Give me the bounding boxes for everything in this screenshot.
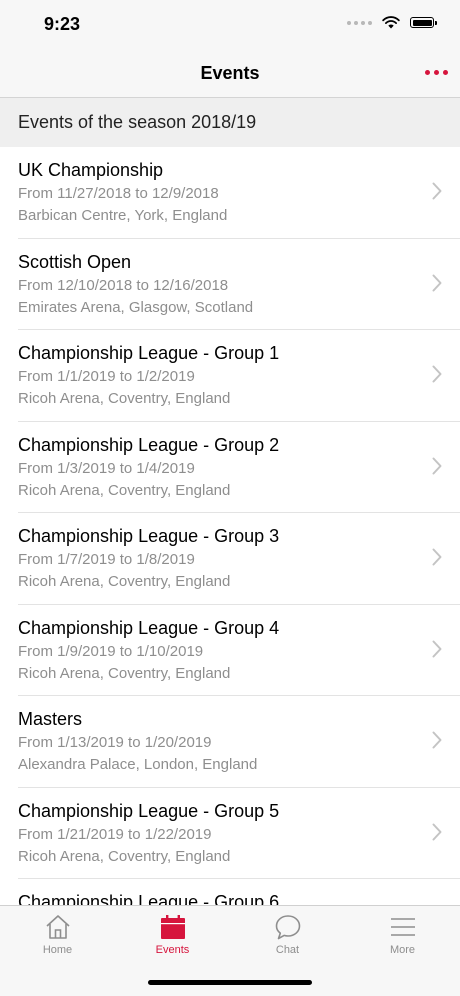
event-venue: Ricoh Arena, Coventry, England xyxy=(18,573,231,590)
status-time: 9:23 xyxy=(44,14,81,34)
event-venue: Barbican Centre, York, England xyxy=(18,207,228,224)
event-venue: Emirates Arena, Glasgow, Scotland xyxy=(18,298,254,316)
tab-label: More xyxy=(389,944,416,956)
event-dates: From 11/27/2018 to 12/9/2018 xyxy=(18,185,219,202)
list-item[interactable]: Scottish Open From 12/10/2018 to 12/16/2… xyxy=(0,239,460,331)
event-title: Championship League - Group 2 xyxy=(18,434,280,455)
page-title: Events xyxy=(200,63,260,83)
chevron-right-icon xyxy=(432,457,442,474)
home-icon xyxy=(46,915,70,939)
chevron-right-icon xyxy=(432,731,442,749)
wifi-icon xyxy=(382,16,400,29)
event-dates: From 1/13/2019 to 1/20/2019 xyxy=(18,734,212,751)
chevron-right-icon xyxy=(432,182,442,200)
list-item[interactable]: UK Championship From 11/27/2018 to 12/9/… xyxy=(0,147,460,239)
event-title: Championship League - Group 6 xyxy=(18,892,280,905)
chevron-right-icon xyxy=(432,548,442,566)
event-venue: Ricoh Arena, Coventry, England xyxy=(18,390,231,407)
chevron-right-icon xyxy=(432,823,442,840)
tab-events[interactable]: Events xyxy=(115,906,230,966)
event-title: Championship League - Group 3 xyxy=(18,526,280,546)
chevron-right-icon xyxy=(432,365,442,383)
list-item[interactable]: Championship League - Group 4 From 1/9/2… xyxy=(0,605,460,697)
tab-label: Home xyxy=(42,944,73,956)
event-title: Championship League - Group 4 xyxy=(18,617,280,638)
list-item[interactable]: Championship League - Group 5 From 1/21/… xyxy=(0,788,460,880)
list-item[interactable]: Championship League - Group 3 From 1/7/2… xyxy=(0,513,460,605)
event-title: Championship League - Group 1 xyxy=(18,343,280,363)
home-indicator xyxy=(148,980,312,985)
more-options-icon[interactable] xyxy=(425,70,448,75)
tab-chat[interactable]: Chat xyxy=(230,906,345,966)
event-title: Championship League - Group 5 xyxy=(18,800,280,821)
status-bar: 9:23 xyxy=(0,0,460,50)
battery-icon xyxy=(410,17,437,28)
tab-more[interactable]: More xyxy=(345,906,460,966)
cellular-signal-icon xyxy=(347,20,372,25)
chevron-right-icon xyxy=(432,640,442,657)
event-dates: From 1/21/2019 to 1/22/2019 xyxy=(18,825,212,843)
event-title: UK Championship xyxy=(18,160,164,180)
event-title: Scottish Open xyxy=(18,251,132,272)
menu-lines-icon xyxy=(391,918,415,936)
section-header: Events of the season 2018/19 xyxy=(0,98,460,147)
event-venue: Ricoh Arena, Coventry, England xyxy=(18,664,231,682)
list-item[interactable]: Championship League - Group 1 From 1/1/2… xyxy=(0,330,460,422)
event-dates: From 12/10/2018 to 12/16/2018 xyxy=(18,276,229,294)
tab-label: Events xyxy=(155,944,190,956)
event-dates: From 1/7/2019 to 1/8/2019 xyxy=(18,551,195,568)
calendar-icon xyxy=(161,915,185,939)
event-dates: From 1/1/2019 to 1/2/2019 xyxy=(18,368,195,385)
list-item[interactable]: Masters From 1/13/2019 to 1/20/2019 Alex… xyxy=(0,696,460,788)
chevron-right-icon xyxy=(432,274,442,291)
tab-label: Chat xyxy=(275,944,300,956)
event-venue: Alexandra Palace, London, England xyxy=(18,756,258,773)
navigation-bar: Events xyxy=(0,50,460,98)
events-list: UK Championship From 11/27/2018 to 12/9/… xyxy=(0,147,460,905)
event-title: Masters xyxy=(18,709,83,729)
event-venue: Ricoh Arena, Coventry, England xyxy=(18,481,231,499)
list-item[interactable]: Championship League - Group 2 From 1/3/2… xyxy=(0,422,460,514)
status-icons xyxy=(347,16,437,29)
chat-bubble-icon xyxy=(275,915,301,940)
event-dates: From 1/9/2019 to 1/10/2019 xyxy=(18,642,204,660)
event-venue: Ricoh Arena, Coventry, England xyxy=(18,847,231,865)
list-item[interactable]: Championship League - Group 6 xyxy=(0,879,460,905)
tab-home[interactable]: Home xyxy=(0,906,115,966)
event-dates: From 1/3/2019 to 1/4/2019 xyxy=(18,459,195,477)
